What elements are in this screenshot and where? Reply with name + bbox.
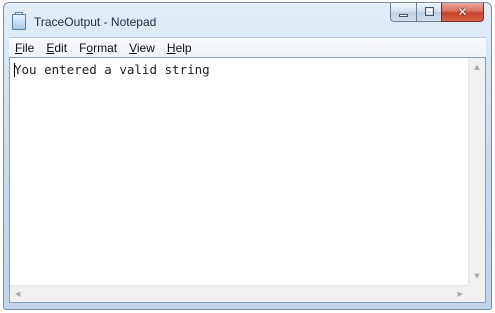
notepad-icon[interactable] — [12, 12, 26, 30]
maximize-icon — [425, 7, 434, 16]
caption-buttons: ✕ — [390, 3, 484, 22]
menu-file[interactable]: File — [9, 39, 40, 57]
text-editor[interactable]: You entered a valid string ▲ ▼ ◀ ▶ — [9, 57, 486, 303]
scroll-up-icon[interactable]: ▲ — [469, 63, 485, 71]
scroll-right-icon[interactable]: ▶ — [458, 290, 463, 298]
minimize-button[interactable] — [390, 3, 416, 22]
notepad-window: TraceOutput - Notepad ✕ File Edit Format… — [3, 2, 492, 310]
maximize-button[interactable] — [416, 3, 441, 22]
minimize-icon — [399, 14, 408, 17]
menu-edit[interactable]: Edit — [40, 39, 73, 57]
vertical-scrollbar[interactable]: ▲ ▼ — [468, 58, 485, 285]
window-title: TraceOutput - Notepad — [34, 15, 157, 29]
menu-view[interactable]: View — [123, 39, 161, 57]
close-button[interactable]: ✕ — [441, 3, 484, 22]
scroll-left-icon[interactable]: ◀ — [15, 290, 20, 298]
title-bar[interactable]: TraceOutput - Notepad ✕ — [4, 3, 491, 37]
editor-content[interactable]: You entered a valid string — [14, 62, 465, 77]
text-caret — [14, 63, 15, 77]
scroll-down-icon[interactable]: ▼ — [469, 272, 485, 280]
menu-help[interactable]: Help — [161, 39, 198, 57]
horizontal-scrollbar[interactable]: ◀ ▶ — [10, 285, 468, 302]
menu-bar: File Edit Format View Help — [9, 37, 486, 57]
scrollbar-corner — [468, 285, 485, 302]
close-icon: ✕ — [457, 5, 468, 19]
menu-format[interactable]: Format — [73, 39, 123, 57]
